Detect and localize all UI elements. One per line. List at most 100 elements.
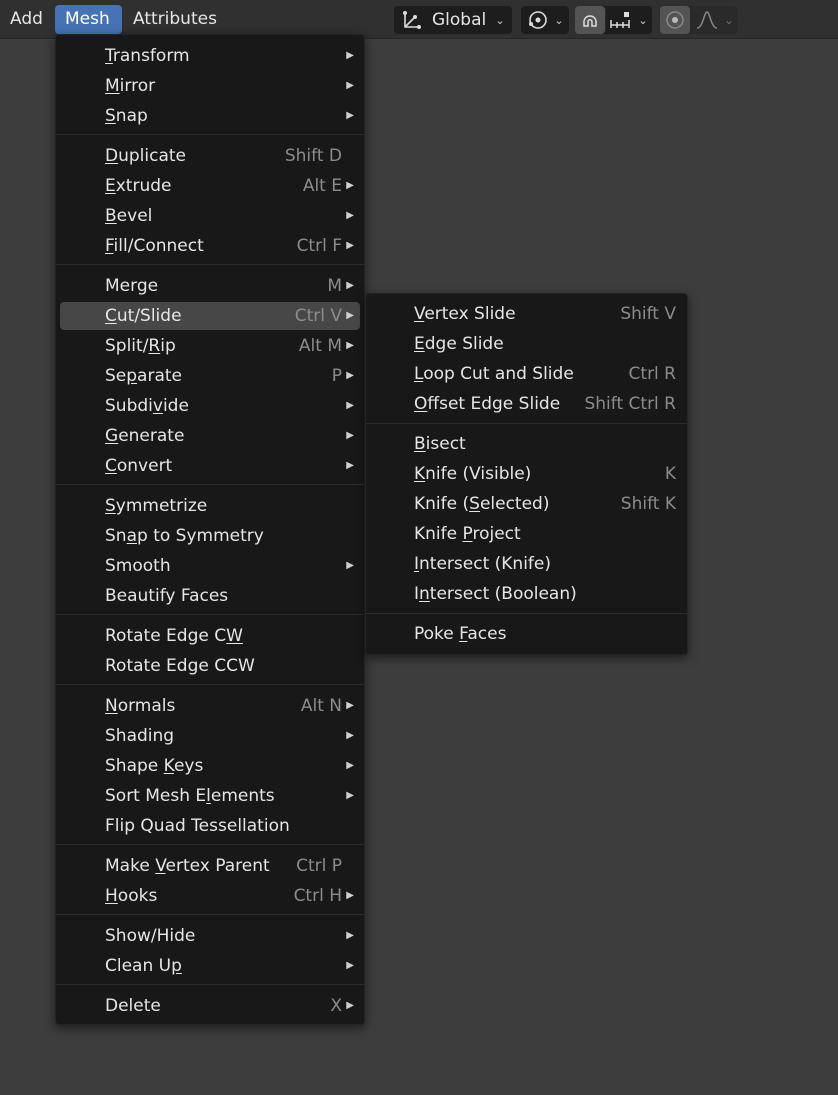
- menu-item-knife-visible[interactable]: Knife (Visible) K: [370, 460, 683, 488]
- menu-item-subdivide[interactable]: Subdivide ▶: [60, 392, 360, 420]
- menu-item-label: Fill/Connect: [105, 236, 204, 256]
- shortcut-label: Ctrl V: [294, 306, 342, 326]
- menu-item-delete[interactable]: Delete X ▶: [60, 992, 360, 1020]
- menu-separator: [56, 844, 364, 845]
- menu-item-label: Hooks: [105, 886, 158, 906]
- menu-item-snap[interactable]: Snap ▶: [60, 102, 360, 130]
- menu-item-sort-mesh-elements[interactable]: Sort Mesh Elements ▶: [60, 782, 360, 810]
- menu-item-knife-selected[interactable]: Knife (Selected) Shift K: [370, 490, 683, 518]
- menu-item-separate[interactable]: Separate P ▶: [60, 362, 360, 390]
- menu-item-label: Split/Rip: [105, 336, 176, 356]
- proportional-edit-icon[interactable]: [660, 6, 690, 34]
- menu-item-clean-up[interactable]: Clean Up ▶: [60, 952, 360, 980]
- submenu-arrow-icon: ▶: [346, 560, 354, 571]
- menu-add[interactable]: Add: [0, 5, 53, 34]
- shortcut-label: M: [327, 276, 342, 296]
- menu-item-label: Symmetrize: [105, 496, 208, 516]
- menu-item-show-hide[interactable]: Show/Hide ▶: [60, 922, 360, 950]
- submenu-arrow-icon: ▶: [346, 210, 354, 221]
- menu-item-label: Duplicate: [105, 146, 186, 166]
- submenu-arrow-icon: ▶: [346, 1000, 354, 1011]
- mesh-menu: Transform ▶ Mirror ▶ Snap ▶ Duplicate Shift D Ex…: [55, 34, 365, 1025]
- transform-orientation-dropdown[interactable]: Global ⌄: [394, 6, 512, 34]
- menu-item-split-rip[interactable]: Split/Rip Alt M ▶: [60, 332, 360, 360]
- menu-item-flip-quad-tessellation[interactable]: Flip Quad Tessellation: [60, 812, 360, 840]
- menu-item-label: Loop Cut and Slide: [414, 364, 574, 384]
- menu-item-label: Snap: [105, 106, 148, 126]
- snapping-group: ⌄: [575, 6, 652, 34]
- menu-item-vertex-slide[interactable]: Vertex Slide Shift V: [370, 300, 683, 328]
- menu-item-label: Edge Slide: [414, 334, 504, 354]
- menu-item-label: Normals: [105, 696, 176, 716]
- menu-item-bisect[interactable]: Bisect: [370, 430, 683, 458]
- menu-item-poke-faces[interactable]: Poke Faces: [370, 620, 683, 648]
- submenu-arrow-icon: ▶: [346, 790, 354, 801]
- submenu-arrow-icon: ▶: [346, 430, 354, 441]
- menu-item-fill-connect[interactable]: Fill/Connect Ctrl F ▶: [60, 232, 360, 260]
- submenu-arrow-icon: ▶: [346, 50, 354, 61]
- menu-separator: [366, 423, 687, 424]
- submenu-arrow-icon: ▶: [346, 280, 354, 291]
- chevron-down-icon[interactable]: ⌄: [636, 6, 650, 34]
- menu-item-normals[interactable]: Normals Alt N ▶: [60, 692, 360, 720]
- menu-item-mirror[interactable]: Mirror ▶: [60, 72, 360, 100]
- menu-item-beautify-faces[interactable]: Beautify Faces: [60, 582, 360, 610]
- menu-item-rotate-edge-ccw[interactable]: Rotate Edge CCW: [60, 652, 360, 680]
- menu-separator: [366, 613, 687, 614]
- menu-item-rotate-edge-cw[interactable]: Rotate Edge CW: [60, 622, 360, 650]
- menu-item-label: Knife (Visible): [414, 464, 532, 484]
- menu-item-duplicate[interactable]: Duplicate Shift D: [60, 142, 360, 170]
- menu-item-label: Knife (Selected): [414, 494, 550, 514]
- menu-item-make-vertex-parent[interactable]: Make Vertex Parent Ctrl P: [60, 852, 360, 880]
- shortcut-label: Alt M: [298, 336, 342, 356]
- menu-item-symmetrize[interactable]: Symmetrize: [60, 492, 360, 520]
- menu-item-label: Extrude: [105, 176, 172, 196]
- menu-item-hooks[interactable]: Hooks Ctrl H ▶: [60, 882, 360, 910]
- menu-item-label: Delete: [105, 996, 161, 1016]
- menu-item-shape-keys[interactable]: Shape Keys ▶: [60, 752, 360, 780]
- submenu-arrow-icon: ▶: [346, 700, 354, 711]
- menu-item-bevel[interactable]: Bevel ▶: [60, 202, 360, 230]
- menu-attributes[interactable]: Attributes: [123, 5, 227, 34]
- menu-item-extrude[interactable]: Extrude Alt E ▶: [60, 172, 360, 200]
- menu-item-label: Snap to Symmetry: [105, 526, 264, 546]
- menu-item-merge[interactable]: Merge M ▶: [60, 272, 360, 300]
- menu-item-label: Shading: [105, 726, 175, 746]
- menu-item-label: Bisect: [414, 434, 466, 454]
- menu-item-transform[interactable]: Transform ▶: [60, 42, 360, 70]
- submenu-arrow-icon: ▶: [346, 730, 354, 741]
- cut-slide-submenu: Vertex Slide Shift V Edge Slide Loop Cut an…: [365, 293, 688, 655]
- transform-orientation-icon: [398, 6, 426, 34]
- menu-item-label: Shape Keys: [105, 756, 204, 776]
- menu-item-label: Rotate Edge CW: [105, 626, 243, 646]
- submenu-arrow-icon: ▶: [346, 180, 354, 191]
- menu-item-label: Clean Up: [105, 956, 182, 976]
- menu-item-edge-slide[interactable]: Edge Slide: [370, 330, 683, 358]
- menu-item-label: Subdivide: [105, 396, 189, 416]
- menu-item-intersect-knife[interactable]: Intersect (Knife): [370, 550, 683, 578]
- shortcut-label: P: [331, 366, 342, 386]
- menu-item-label: Flip Quad Tessellation: [105, 816, 290, 836]
- shortcut-label: Shift K: [620, 494, 676, 514]
- menu-item-smooth[interactable]: Smooth ▶: [60, 552, 360, 580]
- menu-item-cut-slide[interactable]: Cut/Slide Ctrl V ▶: [60, 302, 360, 330]
- chevron-down-icon[interactable]: ⌄: [722, 6, 736, 34]
- menu-item-convert[interactable]: Convert ▶: [60, 452, 360, 480]
- menu-item-snap-to-symmetry[interactable]: Snap to Symmetry: [60, 522, 360, 550]
- menu-mesh[interactable]: Mesh: [55, 5, 122, 34]
- menu-item-generate[interactable]: Generate ▶: [60, 422, 360, 450]
- shortcut-label: Shift V: [620, 304, 676, 324]
- snap-icon[interactable]: [575, 6, 605, 34]
- pivot-point-dropdown[interactable]: ⌄: [521, 6, 569, 34]
- chevron-down-icon: ⌄: [495, 13, 505, 27]
- proportional-edit-group: ⌄: [660, 6, 738, 34]
- menu-item-intersect-boolean[interactable]: Intersect (Boolean): [370, 580, 683, 608]
- submenu-arrow-icon: ▶: [346, 890, 354, 901]
- menu-item-knife-project[interactable]: Knife Project: [370, 520, 683, 548]
- menu-item-shading[interactable]: Shading ▶: [60, 722, 360, 750]
- menu-item-loop-cut-and-slide[interactable]: Loop Cut and Slide Ctrl R: [370, 360, 683, 388]
- falloff-curve-icon[interactable]: [692, 6, 722, 34]
- submenu-arrow-icon: ▶: [346, 400, 354, 411]
- menu-item-offset-edge-slide[interactable]: Offset Edge Slide Shift Ctrl R: [370, 390, 683, 418]
- snap-increment-icon[interactable]: [606, 6, 636, 34]
